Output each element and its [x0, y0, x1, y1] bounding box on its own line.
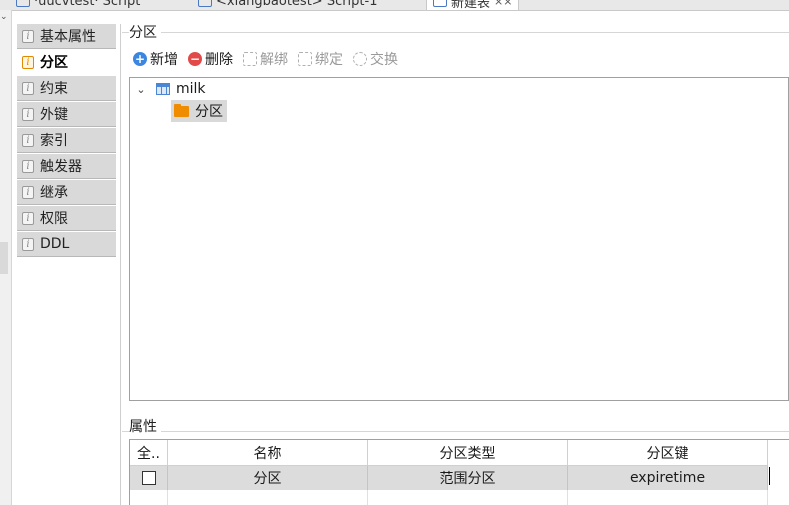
delete-button[interactable]: − 删除 [188, 49, 233, 69]
info-icon: i [22, 159, 34, 173]
nav-item-label: DDL [40, 236, 70, 252]
add-label: 新增 [150, 52, 178, 68]
table-empty-cell [368, 490, 568, 505]
left-gutter: ⌄ [0, 10, 12, 505]
properties-nav: i 基本属性 i 分区 i 约束 i 外键 i 索引 i 触发器 i 继承 i … [17, 24, 116, 258]
tab-label: ·uucvtest· Script [34, 0, 141, 9]
row-checkbox[interactable] [141, 471, 156, 485]
group-border [122, 431, 789, 432]
info-icon: i [22, 237, 34, 251]
script-icon [198, 0, 212, 7]
nav-item-label: 分区 [40, 55, 68, 71]
delete-label: 删除 [205, 52, 233, 68]
info-icon: i [22, 211, 34, 225]
nav-item-label: 基本属性 [40, 29, 96, 45]
table-icon [433, 0, 447, 7]
info-icon: i [22, 185, 34, 199]
swap-button[interactable]: 交换 [353, 49, 398, 69]
tree-node-partition[interactable]: 分区 [171, 100, 227, 122]
column-header-select-all[interactable]: 全.. [130, 440, 168, 466]
info-icon: i [22, 133, 34, 147]
info-icon: i [22, 107, 34, 121]
column-header-name[interactable]: 名称 [168, 440, 368, 466]
minus-icon: − [188, 52, 202, 66]
tab-new-table[interactable]: 新建表 ×× [426, 0, 520, 11]
folder-icon [174, 103, 189, 117]
text-cursor [769, 467, 770, 485]
nav-item-basic-properties[interactable]: i 基本属性 [17, 24, 116, 49]
bind-button[interactable]: 绑定 [298, 49, 343, 69]
nav-item-label: 触发器 [40, 159, 82, 175]
properties-table: 全.. 名称 分区类型 分区键 分区 范围分区 expiretime [129, 439, 789, 505]
table-row-checkbox-cell [130, 466, 168, 490]
bind-label: 绑定 [315, 52, 343, 68]
partition-tree: ⌄ milk 分区 [129, 77, 789, 401]
info-icon: i [22, 81, 34, 95]
info-icon: i [22, 55, 34, 69]
tree-node-milk[interactable]: ⌄ milk [134, 78, 206, 100]
nav-item-triggers[interactable]: i 触发器 [17, 154, 116, 179]
info-icon: i [22, 29, 34, 43]
link-icon [298, 52, 312, 66]
chevron-down-icon[interactable]: ⌄ [0, 12, 8, 22]
column-header-partition-key[interactable]: 分区键 [568, 440, 768, 466]
close-icon[interactable]: ×× [494, 0, 512, 8]
table-cell-name[interactable]: 分区 [168, 466, 368, 490]
plus-icon: + [133, 52, 147, 66]
table-icon [156, 83, 170, 95]
tab-xiangbaotest-script[interactable]: <xiangbaotest> Script-1 [198, 0, 377, 10]
swap-label: 交换 [370, 52, 398, 68]
nav-item-label: 约束 [40, 81, 68, 97]
tab-label: <xiangbaotest> Script-1 [216, 0, 378, 9]
gutter-marker [0, 242, 8, 274]
table-cell-partition-type[interactable]: 范围分区 [368, 466, 568, 490]
group-border [122, 32, 789, 33]
editor-tab-bar: ·uucvtest· Script <xiangbaotest> Script-… [0, 0, 789, 11]
nav-item-partition[interactable]: i 分区 [17, 50, 116, 75]
tab-uucvtest-script[interactable]: ·uucvtest· Script [16, 0, 140, 10]
partition-group-title: 分区 [129, 22, 161, 42]
unlink-icon [243, 52, 257, 66]
nav-item-label: 索引 [40, 133, 68, 149]
table-empty-cell [130, 490, 168, 505]
nav-item-ddl[interactable]: i DDL [17, 232, 116, 257]
nav-item-indexes[interactable]: i 索引 [17, 128, 116, 153]
nav-item-label: 权限 [40, 211, 68, 227]
nav-divider [120, 24, 121, 505]
table-cell-partition-key[interactable]: expiretime [568, 466, 768, 490]
tree-node-label: 分区 [195, 104, 223, 120]
nav-item-permissions[interactable]: i 权限 [17, 206, 116, 231]
properties-group-title: 属性 [129, 416, 161, 436]
nav-item-inheritance[interactable]: i 继承 [17, 180, 116, 205]
nav-item-label: 继承 [40, 185, 68, 201]
unbind-label: 解绑 [260, 52, 288, 68]
script-icon [16, 0, 30, 7]
nav-item-constraints[interactable]: i 约束 [17, 76, 116, 101]
tree-node-label: milk [176, 81, 206, 97]
unbind-button[interactable]: 解绑 [243, 49, 288, 69]
chevron-down-icon[interactable]: ⌄ [134, 83, 148, 96]
column-header-partition-type[interactable]: 分区类型 [368, 440, 568, 466]
table-empty-cell [168, 490, 368, 505]
add-button[interactable]: + 新增 [133, 49, 178, 69]
tab-label: 新建表 [451, 0, 491, 11]
recycle-icon [353, 52, 367, 66]
partition-toolbar: + 新增 − 删除 解绑 绑定 交换 [133, 49, 408, 69]
table-empty-cell [568, 490, 768, 505]
nav-item-foreign-keys[interactable]: i 外键 [17, 102, 116, 127]
nav-item-label: 外键 [40, 107, 68, 123]
